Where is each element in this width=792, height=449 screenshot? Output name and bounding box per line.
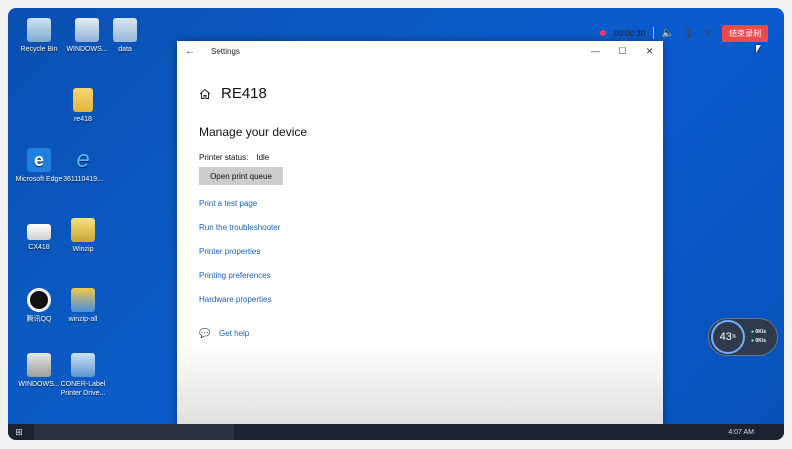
cpu-usage-gauge: 43%: [711, 320, 745, 354]
close-button[interactable]: ✕: [636, 46, 663, 57]
page-heading: RE418: [199, 85, 267, 102]
printer-status-label: Printer status:: [199, 153, 249, 162]
help-chat-icon: 💬: [199, 328, 211, 338]
window-controls: — ☐ ✕: [582, 46, 663, 57]
close-icon[interactable]: ✕: [702, 27, 714, 39]
desktop-icon-re418[interactable]: re418: [54, 88, 112, 124]
ie-icon: e: [76, 146, 90, 173]
title-bar: ← Settings — ☐ ✕: [177, 41, 663, 61]
installer-icon: [71, 288, 95, 312]
printer-status: Printer status: Idle: [199, 153, 269, 162]
desktop-icon-winzip-all[interactable]: winzip-all: [54, 288, 112, 324]
maximize-button[interactable]: ☐: [609, 46, 636, 57]
desktop-icon-label: CX418: [28, 244, 50, 251]
desktop-icon-ie[interactable]: e 361110419...: [54, 148, 112, 184]
desktop-icon-label: re418: [74, 116, 92, 123]
folder-icon: [113, 18, 137, 42]
start-button[interactable]: ⊞: [8, 427, 30, 438]
qq-icon: [27, 288, 51, 312]
download-rate: 0K/s: [755, 338, 766, 344]
speaker-icon[interactable]: 🔈: [662, 27, 674, 39]
desktop-icon-label: data: [118, 46, 132, 53]
desktop-icon-label: CONER-Label Printer Drive...: [60, 381, 106, 397]
desktop-icon-label: Winzip: [72, 246, 94, 253]
record-dot-icon: [600, 30, 606, 36]
desktop-icon-label-printer-driver[interactable]: CONER-Label Printer Drive...: [54, 353, 112, 398]
section-title: Manage your device: [199, 125, 308, 139]
window-fade-overlay: [177, 343, 663, 433]
page-title: RE418: [221, 85, 267, 102]
home-icon: [199, 88, 211, 99]
get-help-link[interactable]: 💬 Get help: [199, 328, 249, 338]
mouse-cursor-icon: [756, 45, 766, 53]
desktop-icon-label: 腾讯QQ: [26, 316, 52, 323]
taskbar: ⊞ 4:07 AM: [8, 424, 784, 440]
minimize-button[interactable]: —: [582, 46, 609, 57]
network-rates: ● 0K/s ● 0K/s: [751, 329, 766, 344]
winzip-icon: [71, 218, 95, 242]
desktop: Recycle Bin WINDOWS... data re418 e Micr…: [8, 8, 784, 440]
recycle-bin-icon: [27, 18, 51, 42]
stop-recording-button[interactable]: 结束录制: [722, 24, 769, 42]
cpu-usage-value: 43: [719, 331, 732, 343]
printer-properties-link[interactable]: Printer properties: [199, 247, 260, 256]
setup-icon: [71, 353, 95, 377]
archive-icon: [27, 353, 51, 377]
upload-rate: 0K/s: [755, 329, 766, 335]
cpu-usage-unit: %: [731, 334, 737, 340]
network-speed-widget[interactable]: 43% ● 0K/s ● 0K/s: [708, 318, 778, 356]
printer-icon: [27, 224, 51, 240]
settings-window: ← Settings — ☐ ✕ RE418 Manage your devic…: [177, 41, 663, 433]
print-test-page-link[interactable]: Print a test page: [199, 199, 257, 208]
divider: [653, 27, 655, 39]
printing-preferences-link[interactable]: Printing preferences: [199, 271, 271, 280]
get-help-label: Get help: [219, 328, 250, 338]
printer-status-value: Idle: [256, 153, 270, 162]
desktop-icon-label: Recycle Bin: [20, 46, 58, 53]
taskbar-search-box[interactable]: [34, 424, 234, 440]
open-print-queue-button[interactable]: Open print queue: [199, 167, 283, 185]
edge-icon: e: [27, 148, 51, 172]
record-timer: 00:00:30: [614, 28, 646, 38]
desktop-icon-winzip[interactable]: Winzip: [54, 218, 112, 254]
desktop-icon-label: 361110419...: [63, 176, 103, 183]
desktop-icon-label: winzip-all: [68, 316, 98, 323]
screen-frame: Recycle Bin WINDOWS... data re418 e Micr…: [8, 8, 784, 440]
hardware-properties-link[interactable]: Hardware properties: [199, 295, 271, 304]
back-button[interactable]: ←: [185, 46, 199, 57]
microphone-icon[interactable]: 🎙: [682, 27, 695, 39]
folder-icon: [73, 88, 93, 112]
taskbar-clock[interactable]: 4:07 AM: [728, 429, 754, 436]
window-title: Settings: [211, 46, 240, 56]
run-troubleshooter-link[interactable]: Run the troubleshooter: [199, 223, 280, 232]
desktop-icon-data[interactable]: data: [96, 18, 154, 54]
